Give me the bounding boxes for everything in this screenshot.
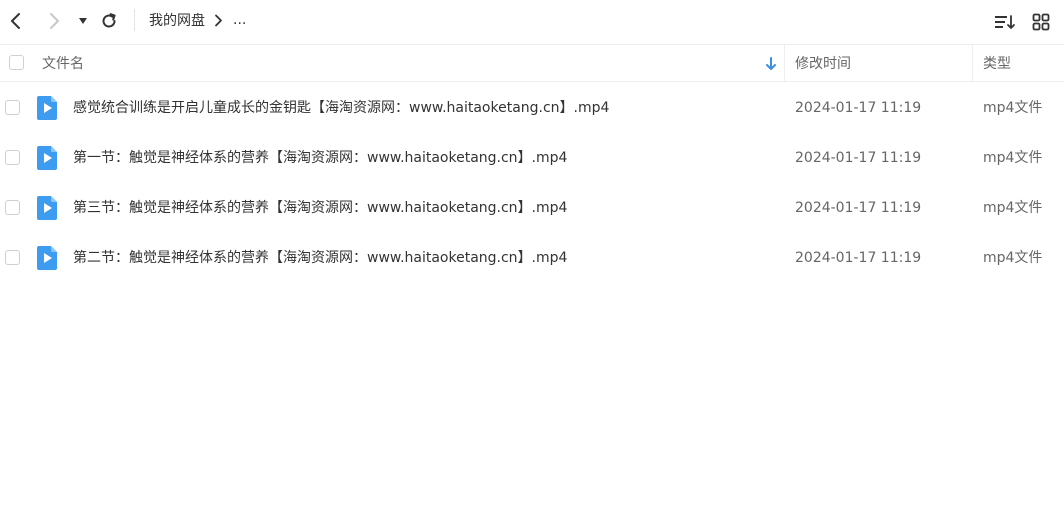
row-checkbox[interactable] [5,200,20,215]
grid-view-button[interactable] [1028,9,1054,35]
history-dropdown-button[interactable] [70,8,96,34]
select-all-checkbox[interactable] [9,55,24,70]
video-file-icon [37,246,57,270]
arrow-down-icon[interactable] [765,57,777,71]
breadcrumb-more[interactable]: ... [233,12,246,28]
toolbar-divider [134,9,135,31]
forward-button[interactable] [41,8,67,34]
file-modified: 2024-01-17 11:19 [795,150,922,166]
file-type: mp4文件 [983,100,1043,116]
video-file-icon [37,96,57,120]
file-name[interactable]: 第二节：触觉是神经体系的营养【海淘资源网：www.haitaoketang.cn… [73,248,567,268]
file-name[interactable]: 第三节：触觉是神经体系的营养【海淘资源网：www.haitaoketang.cn… [73,198,567,218]
grid-view-icon [1032,13,1050,31]
breadcrumb-separator-icon [214,14,223,27]
file-modified: 2024-01-17 11:19 [795,100,922,116]
chevron-right-icon [50,13,59,29]
chevron-left-icon [11,13,20,29]
breadcrumb-root[interactable]: 我的网盘 [149,10,205,30]
column-divider[interactable] [784,45,785,81]
row-checkbox[interactable] [5,100,20,115]
caret-down-icon [79,18,87,24]
video-file-icon [37,146,57,170]
refresh-icon [102,13,116,28]
sort-list-icon [995,15,1015,29]
file-row[interactable]: 感觉统合训练是开启儿童成长的金钥匙【海淘资源网：www.haitaoketang… [0,83,1064,133]
column-header-modified[interactable]: 修改时间 [795,55,851,73]
back-button[interactable] [3,8,29,34]
file-modified: 2024-01-17 11:19 [795,200,922,216]
sort-button[interactable] [992,9,1018,35]
video-file-icon [37,196,57,220]
column-header-type[interactable]: 类型 [983,55,1011,73]
file-type: mp4文件 [983,150,1043,166]
toolbar: 我的网盘 ... [0,0,1064,44]
column-divider[interactable] [972,45,973,81]
file-name[interactable]: 第一节：触觉是神经体系的营养【海淘资源网：www.haitaoketang.cn… [73,148,567,168]
breadcrumb: 我的网盘 ... [149,10,246,30]
file-type: mp4文件 [983,250,1043,266]
file-list-header: 文件名 修改时间 类型 [0,44,1064,82]
file-name[interactable]: 感觉统合训练是开启儿童成长的金钥匙【海淘资源网：www.haitaoketang… [73,98,609,118]
file-row[interactable]: 第一节：触觉是神经体系的营养【海淘资源网：www.haitaoketang.cn… [0,133,1064,183]
file-type: mp4文件 [983,200,1043,216]
file-row[interactable]: 第三节：触觉是神经体系的营养【海淘资源网：www.haitaoketang.cn… [0,183,1064,233]
file-row[interactable]: 第二节：触觉是神经体系的营养【海淘资源网：www.haitaoketang.cn… [0,233,1064,283]
file-modified: 2024-01-17 11:19 [795,250,922,266]
row-checkbox[interactable] [5,250,20,265]
refresh-button[interactable] [96,8,122,34]
row-checkbox[interactable] [5,150,20,165]
column-header-name[interactable]: 文件名 [42,55,84,73]
